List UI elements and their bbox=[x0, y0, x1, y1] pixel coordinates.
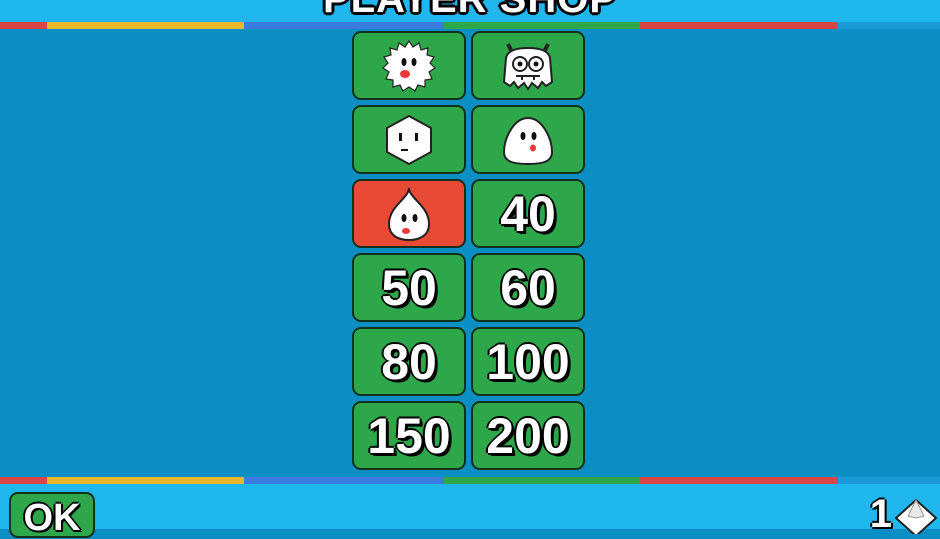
price-label: 200 bbox=[486, 407, 570, 464]
ok-button[interactable]: OK bbox=[9, 492, 95, 538]
gem-count: 1 bbox=[869, 492, 892, 536]
shop-grid: 40 50 60 80 100 150 200 bbox=[352, 31, 588, 472]
shop-tile-price-100[interactable]: 100 bbox=[471, 327, 585, 396]
shop-tile-price-200[interactable]: 200 bbox=[471, 401, 585, 470]
shop-tile-droplet[interactable] bbox=[352, 179, 466, 248]
hexagon-character-icon bbox=[386, 114, 432, 165]
shop-tile-fuzzy-ball[interactable] bbox=[352, 31, 466, 100]
monster-character-icon bbox=[502, 42, 554, 91]
color-stripe-bottom bbox=[0, 477, 940, 484]
shop-tile-price-150[interactable]: 150 bbox=[352, 401, 466, 470]
shop-tile-egg[interactable] bbox=[471, 105, 585, 174]
shop-tile-price-40[interactable]: 40 bbox=[471, 179, 585, 248]
price-label: 40 bbox=[500, 185, 556, 242]
egg-character-icon bbox=[502, 116, 554, 165]
price-label: 60 bbox=[500, 259, 556, 316]
price-label: 100 bbox=[486, 333, 570, 390]
shop-tile-price-50[interactable]: 50 bbox=[352, 253, 466, 322]
shop-tile-monster[interactable] bbox=[471, 31, 585, 100]
footer-bar bbox=[0, 484, 940, 529]
header-bar: PLAYER SHOP bbox=[0, 0, 940, 22]
fuzzy-ball-character-icon bbox=[382, 39, 436, 92]
shop-tile-price-60[interactable]: 60 bbox=[471, 253, 585, 322]
shop-tile-hexagon[interactable] bbox=[352, 105, 466, 174]
price-label: 50 bbox=[381, 259, 437, 316]
droplet-character-icon bbox=[387, 187, 431, 241]
price-label: 80 bbox=[381, 333, 437, 390]
page-title: PLAYER SHOP bbox=[0, 0, 940, 22]
color-stripe-top bbox=[0, 22, 940, 29]
gem-counter: 1 bbox=[870, 494, 940, 534]
price-label: 150 bbox=[367, 407, 451, 464]
diamond-gem-icon bbox=[894, 498, 938, 534]
shop-tile-price-80[interactable]: 80 bbox=[352, 327, 466, 396]
